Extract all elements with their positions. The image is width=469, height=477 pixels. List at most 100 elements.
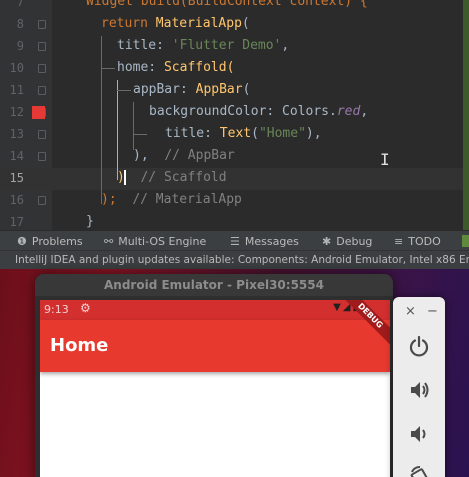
indent-guide-branch [133,134,147,135]
code-text: } [86,214,94,229]
code-text: Widget build(BuildContext context) { [86,0,368,9]
code-token: ( [242,82,251,97]
code-line[interactable]: 11 appBar: AppBar( [0,80,463,102]
code-text: home: Scaffold( [117,60,234,75]
text-caret [124,170,126,185]
code-token: // Scaffold [140,170,227,185]
volume-up-button[interactable] [403,374,435,406]
code-token: title: [117,38,172,53]
fold-marker-icon[interactable] [38,86,46,95]
tab-overflow-indicator[interactable] [462,235,469,247]
line-number: 14 [9,149,24,163]
code-token: backgroundColor: Colors. [149,104,337,119]
volume-down-button[interactable] [403,418,435,450]
rotate-icon [410,466,430,477]
code-text: ); // MaterialApp [101,192,242,207]
line-number: 17 [9,215,24,229]
fold-marker-icon[interactable] [38,196,46,205]
code-line[interactable]: 15) // Scaffold [0,168,463,190]
editor-scroll-marker-strip [463,0,469,230]
indent-guide-branch [117,90,131,91]
tab-todo[interactable]: ≡ TODO [394,233,441,249]
code-token: ), [133,148,165,163]
color-preview-swatch[interactable] [32,106,45,119]
tab-label: Problems [31,234,83,248]
power-icon [409,335,429,357]
rotate-button[interactable] [403,459,435,477]
device-status-bar: 9:13 ⚙ ▼◢▮ [40,300,390,320]
messages-icon: ☰ [230,234,240,248]
code-token: // AppBar [164,148,235,163]
code-token: , [281,38,290,53]
line-number: 8 [16,17,24,31]
ibeam-cursor-icon: I [380,150,390,169]
line-number: 7 [16,0,24,9]
minimize-icon[interactable]: − [427,304,438,319]
indent-guide [101,36,102,204]
code-token: red [336,104,361,119]
fold-marker-icon[interactable] [38,42,46,51]
code-token: return [101,16,156,31]
gear-icon: ⚙ [80,301,91,315]
code-token: 'Flutter Demo' [171,38,282,53]
device-screen[interactable]: 9:13 ⚙ ▼◢▮ Home DEBUG [40,300,390,477]
ide-status-bar[interactable]: IntelliJ IDEA and plugin updates availab… [0,250,469,269]
volume-down-icon [411,426,426,442]
tab-debug[interactable]: ✱ Debug [322,233,372,249]
code-line[interactable]: 8 return MaterialApp( [0,14,463,36]
code-line[interactable]: 12 backgroundColor: Colors.red, [0,102,463,124]
indent-guide-branch [101,68,115,69]
code-text: appBar: AppBar( [133,82,250,97]
indent-guide [133,102,134,150]
scope-guide [117,80,118,180]
power-button[interactable] [403,330,435,362]
update-notification-text[interactable]: IntelliJ IDEA and plugin updates availab… [15,254,469,266]
line-number: 11 [9,83,24,97]
code-line[interactable]: 10 home: Scaffold( [0,58,463,80]
fold-marker-icon[interactable] [38,20,46,29]
code-text: return MaterialApp( [101,16,250,31]
code-token: ( [251,126,259,141]
device-clock: 9:13 [44,303,69,316]
tool-window-bar: ❶ Problems ⚯ Multi-OS Engine ☰ Messages … [0,230,469,250]
code-token: Widget build(BuildContext context) { [86,0,368,9]
code-line[interactable]: 9 title: 'Flutter Demo', [0,36,463,58]
code-token: title: [165,126,220,141]
code-token: } [86,214,94,229]
fold-marker-icon[interactable] [38,64,46,73]
code-line[interactable]: 14), // AppBar [0,146,463,168]
code-token: // MaterialApp [132,192,242,207]
tab-multi-os-engine[interactable]: ⚯ Multi-OS Engine [104,233,206,249]
code-text: ) // Scaffold [117,170,227,185]
line-number: 16 [9,193,24,207]
line-number: 12 [9,105,24,119]
code-text: title: 'Flutter Demo', [117,38,289,53]
code-editor[interactable]: 7 Widget build(BuildContext context) { 8… [0,0,469,230]
line-number: 10 [9,61,24,75]
code-token: ), [305,126,322,141]
tab-problems[interactable]: ❶ Problems [17,233,83,249]
code-token: home: [117,60,164,75]
todo-icon: ≡ [394,234,404,248]
debug-icon: ✱ [322,234,332,248]
code-token: ); [101,192,117,207]
tab-label: Multi-OS Engine [118,234,207,248]
app-bar: Home [40,320,390,372]
code-text: ), // AppBar [133,148,235,163]
code-line[interactable]: 16); // MaterialApp [0,190,463,212]
emulator-titlebar[interactable]: Android Emulator - Pixel30:5554 [35,274,393,296]
tab-label: Messages [244,234,299,248]
close-icon[interactable]: × [405,304,416,319]
tab-messages[interactable]: ☰ Messages [230,233,299,249]
code-line[interactable]: 17} [0,212,463,230]
fold-marker-icon[interactable] [38,130,46,139]
fold-marker-icon[interactable] [38,152,46,161]
multi-os-icon: ⚯ [104,234,114,248]
emulator-window[interactable]: Android Emulator - Pixel30:5554 9:13 ⚙ ▼… [35,274,393,477]
emulator-controls-panel: × − [393,297,445,477]
code-line[interactable]: 13 title: Text("Home"), [0,124,463,146]
emulator-title: Android Emulator - Pixel30:5554 [104,278,324,292]
code-token: MaterialApp [155,16,242,31]
